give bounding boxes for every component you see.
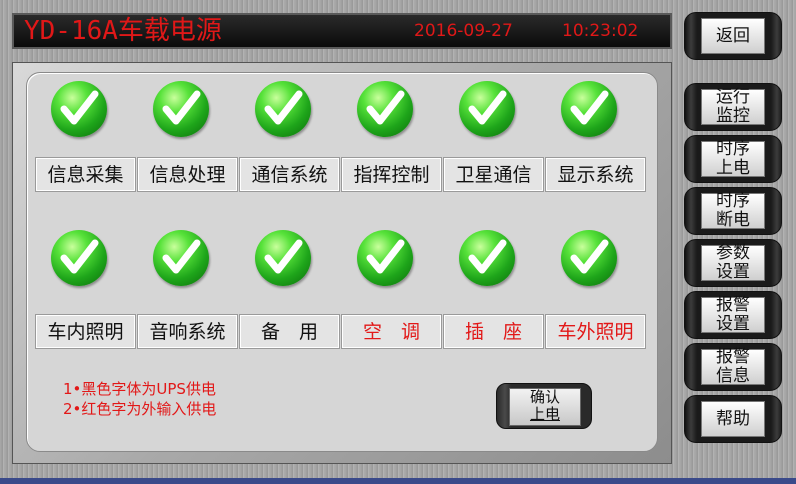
sequence-power-on-label-1: 时序 [716, 139, 750, 159]
check-circle-icon [561, 230, 617, 286]
help-button[interactable]: 帮助 [684, 395, 782, 443]
help-button-label: 帮助 [716, 408, 750, 429]
run-monitor-face[interactable]: 运行 监控 [701, 87, 765, 126]
alarm-settings-label-2: 设置 [716, 314, 750, 334]
check-circle-icon [357, 230, 413, 286]
sequence-power-off-label-1: 时序 [716, 191, 750, 211]
sequence-power-off-label-2: 断电 [716, 210, 750, 230]
alarm-settings-face[interactable]: 报警 设置 [701, 295, 765, 334]
confirm-label-line-1: 确认 [529, 388, 560, 406]
system-label-info-collection: 信息采集 [35, 157, 136, 192]
system-label-socket: 插 座 [443, 314, 544, 349]
sequence-power-on-button[interactable]: 时序 上电 [684, 135, 782, 183]
check-circle-icon [255, 81, 311, 137]
back-button[interactable]: 返回 [684, 12, 782, 60]
parameter-settings-face[interactable]: 参数 设置 [701, 243, 765, 282]
back-button-label: 返回 [716, 25, 750, 46]
check-circle-icon [153, 81, 209, 137]
run-monitor-label-2: 监控 [716, 106, 750, 126]
system-label-display: 显示系统 [545, 157, 646, 192]
alarm-settings-button[interactable]: 报警 设置 [684, 291, 782, 339]
check-circle-icon [51, 81, 107, 137]
confirm-power-on-face[interactable]: 确认 上电 [509, 388, 581, 426]
system-label-air-conditioning: 空 调 [341, 314, 442, 349]
check-circle-icon [255, 230, 311, 286]
sequence-power-on-face[interactable]: 时序 上电 [701, 139, 765, 178]
check-circle-icon [561, 81, 617, 137]
parameter-settings-label-1: 参数 [716, 243, 750, 263]
sequence-power-off-button[interactable]: 时序 断电 [684, 187, 782, 235]
system-label-command-control: 指挥控制 [341, 157, 442, 192]
app-title: YD-16A车载电源 [24, 16, 222, 46]
title-bar: YD-16A车载电源 2016-09-27 10:23:02 [12, 13, 672, 49]
back-button-face[interactable]: 返回 [701, 18, 765, 54]
system-label-interior-lighting: 车内照明 [35, 314, 136, 349]
run-monitor-button[interactable]: 运行 监控 [684, 83, 782, 131]
check-circle-icon [459, 230, 515, 286]
system-label-audio: 音响系统 [137, 314, 238, 349]
check-circle-icon [51, 230, 107, 286]
check-circle-icon [459, 81, 515, 137]
legend-notes: 1•黑色字体为UPS供电 2•红色字为外输入供电 [63, 379, 216, 419]
system-label-spare: 备 用 [239, 314, 340, 349]
help-button-face[interactable]: 帮助 [701, 401, 765, 437]
status-panel: 信息采集 信息处理 通信系统 指挥控制 卫星通信 显示系统 车内照明 音响系统 … [12, 62, 672, 464]
confirm-label-line-2: 上电 [529, 405, 560, 423]
time-display: 10:23:02 [562, 21, 639, 41]
parameter-settings-button[interactable]: 参数 设置 [684, 239, 782, 287]
alarm-info-button[interactable]: 报警 信息 [684, 343, 782, 391]
system-label-exterior-lighting: 车外照明 [545, 314, 646, 349]
note-line-2: 2•红色字为外输入供电 [63, 400, 217, 418]
alarm-info-label-2: 信息 [716, 366, 750, 386]
alarm-settings-label-1: 报警 [716, 295, 750, 315]
check-circle-icon [357, 81, 413, 137]
system-label-satellite: 卫星通信 [443, 157, 544, 192]
check-circle-icon [153, 230, 209, 286]
note-line-1: 1•黑色字体为UPS供电 [63, 380, 216, 398]
alarm-info-label-1: 报警 [716, 347, 750, 367]
system-label-communication: 通信系统 [239, 157, 340, 192]
date-display: 2016-09-27 [414, 21, 513, 41]
confirm-power-on-button[interactable]: 确认 上电 [496, 383, 592, 429]
parameter-settings-label-2: 设置 [716, 262, 750, 282]
alarm-info-face[interactable]: 报警 信息 [701, 347, 765, 386]
sequence-power-on-label-2: 上电 [716, 158, 750, 178]
system-label-info-processing: 信息处理 [137, 157, 238, 192]
sequence-power-off-face[interactable]: 时序 断电 [701, 191, 765, 230]
bottom-strip [0, 478, 796, 484]
run-monitor-label-1: 运行 [716, 87, 750, 107]
